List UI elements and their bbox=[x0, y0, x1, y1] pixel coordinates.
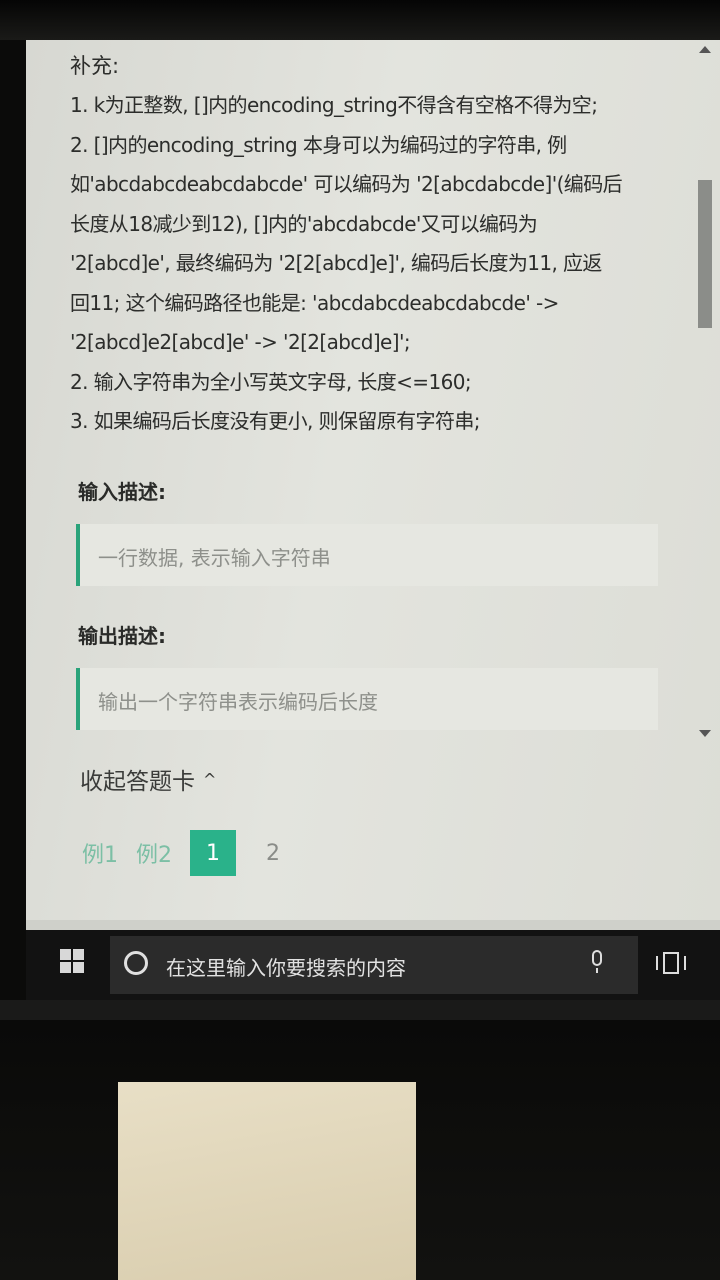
supplement-heading: 补充: bbox=[70, 54, 120, 78]
monitor-bezel-top bbox=[0, 0, 720, 40]
page-1-button[interactable]: 1 bbox=[190, 830, 236, 876]
input-description-title: 输入描述: bbox=[78, 480, 166, 504]
supplement-line: 3. 如果编码后长度没有更小, 则保留原有字符串; bbox=[70, 409, 481, 433]
tab-example-2[interactable]: 例2 bbox=[136, 837, 172, 869]
paper-sheet bbox=[118, 1082, 416, 1280]
supplement-line: 2. []内的encoding_string 本身可以为编码过的字符串, 例 bbox=[70, 132, 567, 157]
output-description-text: 输出一个字符串表示编码后长度 bbox=[98, 690, 378, 714]
chevron-up-icon: ^ bbox=[203, 769, 217, 789]
microphone-icon[interactable] bbox=[590, 950, 604, 974]
scroll-down-arrow-icon[interactable] bbox=[699, 730, 711, 737]
collapse-answer-card-label: 收起答题卡 bbox=[80, 769, 195, 795]
input-description-block: 一行数据, 表示输入字符串 bbox=[76, 524, 658, 586]
windows-logo-icon[interactable] bbox=[60, 949, 84, 973]
browser-viewport: 补充: 1. k为正整数, []内的encoding_string不得含有空格不… bbox=[26, 40, 720, 930]
vertical-scrollbar[interactable] bbox=[696, 40, 714, 930]
supplement-section: 补充: 1. k为正整数, []内的encoding_string不得含有空格不… bbox=[70, 50, 680, 442]
taskbar-search-box[interactable]: 在这里输入你要搜索的内容 bbox=[110, 936, 638, 994]
scroll-up-arrow-icon[interactable] bbox=[699, 46, 711, 53]
supplement-line: 如'abcdabcdeabcdabcde' 可以编码为 '2[abcdabcde… bbox=[70, 172, 623, 196]
supplement-line: '2[abcd]e', 最终编码为 '2[2[abcd]e]', 编码后长度为1… bbox=[70, 251, 602, 275]
scrollbar-thumb[interactable] bbox=[698, 180, 712, 328]
supplement-line: 2. 输入字符串为全小写英文字母, 长度<=160; bbox=[70, 369, 472, 394]
supplement-line: 长度从18减少到12), []内的'abcdabcde'又可以编码为 bbox=[70, 211, 538, 236]
viewport-bottom-edge bbox=[26, 920, 720, 930]
page-2-button[interactable]: 2 bbox=[266, 841, 280, 866]
task-view-icon[interactable] bbox=[656, 952, 686, 974]
output-description-block: 输出一个字符串表示编码后长度 bbox=[76, 668, 658, 730]
taskbar-search-placeholder: 在这里输入你要搜索的内容 bbox=[166, 956, 406, 980]
supplement-line: 回11; 这个编码路径也能是: 'abcdabcdeabcdabcde' -> bbox=[70, 290, 559, 315]
example-tabs: 例1 例2 1 2 bbox=[82, 830, 280, 876]
collapse-answer-card-button[interactable]: 收起答题卡 ^ bbox=[80, 762, 216, 796]
output-description-title: 输出描述: bbox=[78, 624, 166, 648]
input-description-text: 一行数据, 表示输入字符串 bbox=[98, 546, 331, 570]
windows-taskbar: 在这里输入你要搜索的内容 bbox=[26, 930, 720, 1000]
cortana-icon[interactable] bbox=[124, 951, 148, 975]
tab-example-1[interactable]: 例1 bbox=[82, 837, 118, 869]
supplement-line: '2[abcd]e2[abcd]e' -> '2[2[abcd]e]'; bbox=[70, 330, 411, 354]
supplement-line: 1. k为正整数, []内的encoding_string不得含有空格不得为空; bbox=[70, 93, 598, 117]
monitor-bezel-bottom bbox=[0, 1000, 720, 1020]
